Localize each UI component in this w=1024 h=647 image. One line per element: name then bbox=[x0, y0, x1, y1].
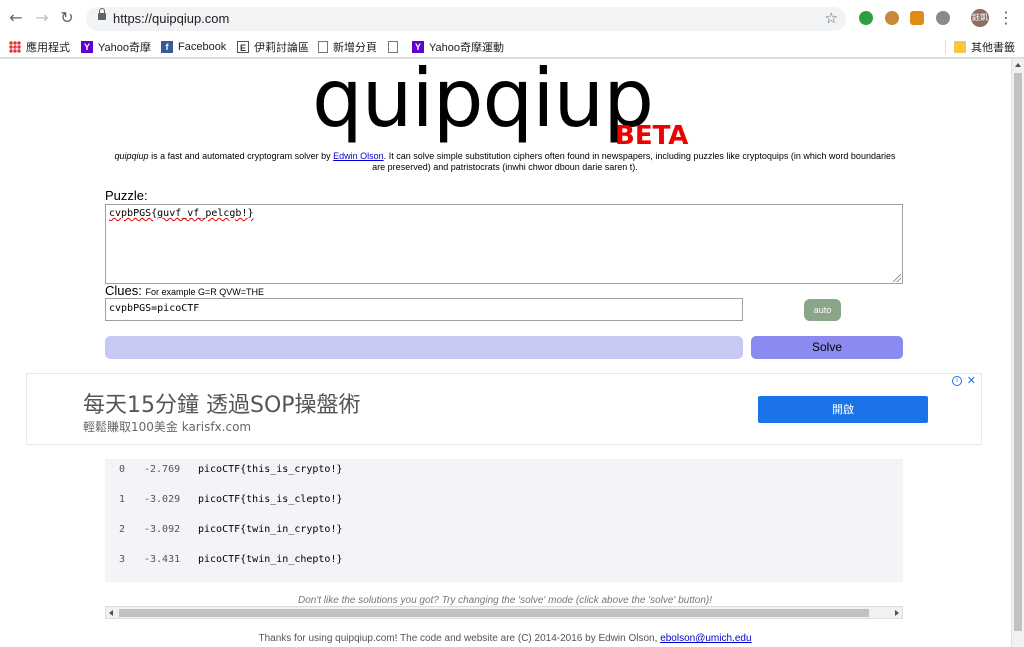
bookmark-yahoo[interactable]: Y Yahoo奇摩 bbox=[81, 39, 151, 55]
bookmark-label: Yahoo奇摩運動 bbox=[429, 42, 504, 54]
yahoo-icon: Y bbox=[81, 41, 93, 53]
scrollbar-thumb[interactable] bbox=[119, 609, 869, 617]
clues-label-group: Clues: For example G=R QVW=THE bbox=[105, 283, 264, 298]
ad-subline[interactable]: 輕鬆賺取100美金 karisfx.com bbox=[83, 418, 251, 435]
bookmark-label: 應用程式 bbox=[26, 42, 70, 54]
browser-menu-icon[interactable]: ⋮ bbox=[998, 8, 1014, 27]
extension-q-icon[interactable] bbox=[910, 11, 924, 25]
bookmark-label: Facebook bbox=[178, 41, 227, 53]
address-url[interactable]: https://quipqiup.com bbox=[113, 11, 229, 26]
bookmark-page[interactable] bbox=[388, 39, 398, 55]
profile-avatar[interactable]: 鈺凱 bbox=[971, 9, 989, 27]
scrollbar-thumb[interactable] bbox=[1014, 73, 1022, 631]
scroll-left-icon[interactable] bbox=[109, 610, 113, 616]
page-icon bbox=[388, 41, 398, 53]
progress-bar bbox=[105, 336, 743, 359]
clues-hint: For example G=R QVW=THE bbox=[145, 287, 265, 297]
intro-part-1: is a fast and automated cryptogram solve… bbox=[148, 151, 334, 161]
bookmark-apps[interactable]: 應用程式 bbox=[9, 39, 70, 55]
author-link[interactable]: Edwin Olson bbox=[333, 151, 384, 161]
page-vertical-scrollbar[interactable] bbox=[1011, 59, 1024, 647]
puzzle-textarea[interactable]: cvpbPGS{guvf_vf_pelcgb!} bbox=[105, 204, 903, 284]
apps-icon bbox=[9, 41, 21, 53]
result-score: -3.092 bbox=[144, 524, 181, 535]
bookmark-label: 新增分頁 bbox=[333, 42, 377, 54]
result-score: -3.431 bbox=[144, 554, 181, 565]
intro-part-2: . It can solve simple substitution ciphe… bbox=[372, 151, 896, 172]
result-plaintext: picoCTF{this_is_crypto!} bbox=[198, 464, 343, 475]
puzzle-label: Puzzle: bbox=[105, 188, 148, 203]
solve-mode-button[interactable]: auto bbox=[804, 299, 841, 321]
ad-close-icon[interactable]: ✕ bbox=[967, 374, 976, 387]
address-bar[interactable]: https://quipqiup.com ☆ bbox=[86, 7, 846, 31]
extension-cookie-icon[interactable] bbox=[885, 11, 899, 25]
bookmark-yahoo-sports[interactable]: Y Yahoo奇摩運動 bbox=[412, 39, 504, 55]
back-arrow-icon[interactable]: ← bbox=[6, 8, 26, 28]
puzzle-value: cvpbPGS{guvf_vf_pelcgb!} bbox=[109, 208, 254, 219]
extension-line-icon[interactable] bbox=[859, 11, 873, 25]
bookmark-label: 伊莉討論區 bbox=[254, 42, 309, 54]
bookmark-new-tab[interactable]: 新增分頁 bbox=[318, 39, 377, 55]
lock-icon bbox=[98, 8, 106, 22]
footer-text: Thanks for using quipqiup.com! The code … bbox=[258, 633, 661, 644]
eyny-icon: E bbox=[237, 41, 249, 53]
page-icon bbox=[318, 41, 328, 53]
forward-arrow-icon[interactable]: → bbox=[32, 8, 52, 28]
ad-info-icon[interactable]: i bbox=[952, 376, 962, 386]
result-score: -2.769 bbox=[144, 464, 181, 475]
ad-open-button[interactable]: 開啟 bbox=[758, 396, 928, 423]
folder-icon bbox=[954, 41, 966, 53]
bookmark-star-icon[interactable]: ☆ bbox=[825, 9, 838, 27]
solve-mode-hint: Don't like the solutions you got? Try ch… bbox=[297, 595, 713, 606]
results-horizontal-scrollbar[interactable] bbox=[105, 606, 903, 619]
page-viewport: quipqiup BETA quipqiup is a fast and aut… bbox=[0, 59, 1011, 647]
result-index: 2 bbox=[119, 524, 126, 535]
intro-name: quipqiup bbox=[114, 151, 149, 161]
browser-toolbar: ← → ↻ https://quipqiup.com ☆ 鈺凱 ⋮ bbox=[0, 0, 1024, 36]
result-score: -3.029 bbox=[144, 494, 181, 505]
results-list: 0 -2.769 picoCTF{this_is_crypto!} 1 -3.0… bbox=[105, 459, 903, 582]
extension-moon-icon[interactable] bbox=[936, 11, 950, 25]
beta-label: BETA bbox=[615, 121, 689, 151]
footer-email-link[interactable]: ebolson@umich.edu bbox=[660, 633, 751, 644]
bookmark-label: 其他書籤 bbox=[971, 42, 1015, 54]
site-logo: quipqiup bbox=[312, 59, 654, 145]
scroll-right-icon[interactable] bbox=[895, 610, 899, 616]
resize-handle-icon[interactable] bbox=[893, 274, 901, 282]
clues-value: cvpbPGS=picoCTF bbox=[109, 303, 200, 314]
advertisement[interactable]: 每天15分鐘 透過SOP操盤術 輕鬆賺取100美金 karisfx.com 開啟… bbox=[26, 373, 982, 445]
footer: Thanks for using quipqiup.com! The code … bbox=[0, 633, 1010, 644]
ad-headline[interactable]: 每天15分鐘 透過SOP操盤術 bbox=[83, 387, 361, 419]
yahoo-icon: Y bbox=[412, 41, 424, 53]
reload-icon[interactable]: ↻ bbox=[57, 8, 77, 28]
result-index: 3 bbox=[119, 554, 126, 565]
solve-button[interactable]: Solve bbox=[751, 336, 903, 359]
result-index: 0 bbox=[119, 464, 126, 475]
facebook-icon: f bbox=[161, 41, 173, 53]
bookmarks-bar: 應用程式 Y Yahoo奇摩 f Facebook E 伊莉討論區 新增分頁 Y… bbox=[0, 36, 1024, 58]
result-plaintext: picoCTF{twin_in_crypto!} bbox=[198, 524, 343, 535]
intro-text: quipqiup is a fast and automated cryptog… bbox=[110, 151, 900, 173]
clues-input[interactable]: cvpbPGS=picoCTF bbox=[105, 298, 743, 321]
bookmark-other[interactable]: 其他書籤 bbox=[954, 39, 1015, 55]
bookmark-facebook[interactable]: f Facebook bbox=[161, 39, 226, 55]
bookmarks-divider bbox=[945, 40, 946, 54]
bookmark-label: Yahoo奇摩 bbox=[98, 42, 151, 54]
scroll-up-icon[interactable] bbox=[1015, 63, 1021, 67]
clues-label: Clues: bbox=[105, 283, 142, 298]
result-plaintext: picoCTF{twin_in_chepto!} bbox=[198, 554, 343, 565]
result-index: 1 bbox=[119, 494, 126, 505]
result-plaintext: picoCTF{this_is_clepto!} bbox=[198, 494, 343, 505]
bookmark-eyny[interactable]: E 伊莉討論區 bbox=[237, 39, 309, 55]
